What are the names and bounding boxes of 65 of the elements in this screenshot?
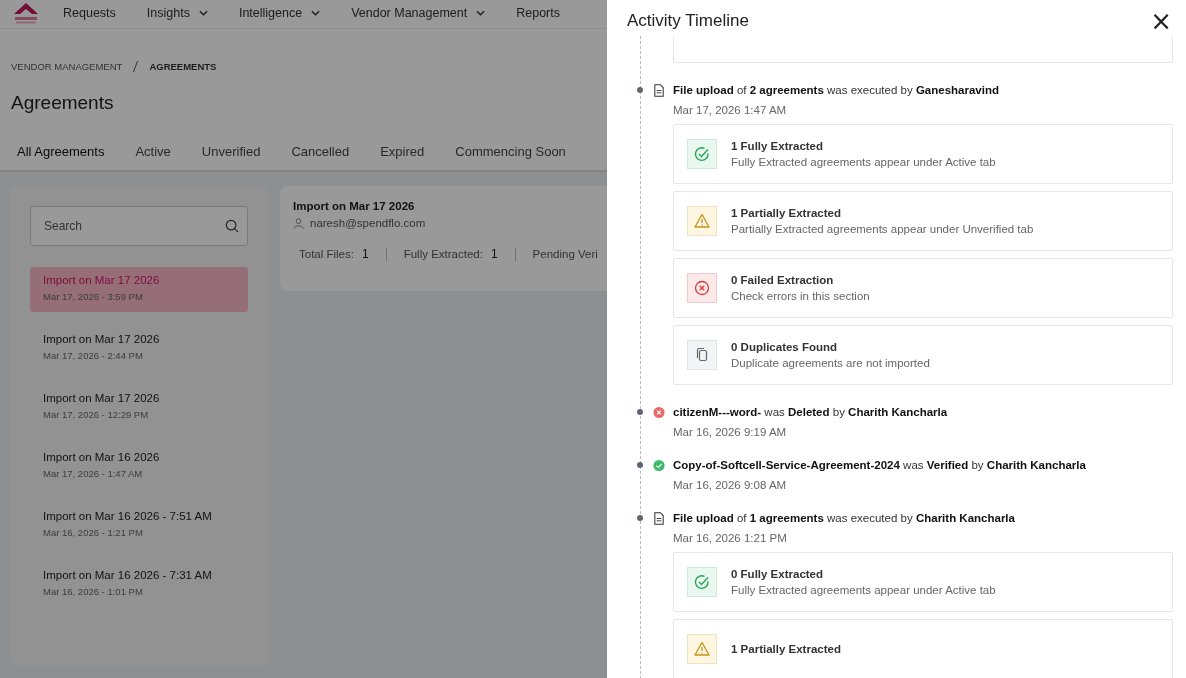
event-description: Copy-of-Softcell-Service-Agreement-2024 was Verified by Charith Kancharla	[673, 459, 1086, 471]
stat-label: Fully Extracted:	[403, 248, 483, 260]
close-button[interactable]: ×	[1146, 8, 1176, 34]
timeline-dot	[637, 409, 643, 415]
error-icon	[653, 405, 665, 419]
tab[interactable]: Active	[135, 144, 171, 170]
drawer-title: Activity Timeline	[627, 11, 749, 31]
user-email: naresh@spendflo.com	[310, 217, 426, 229]
result-title: 1 Fully Extracted	[731, 140, 825, 152]
nav-menu-item[interactable]: Vendor Management	[351, 6, 486, 20]
event-time: Mar 16, 2026 9:19 AM	[673, 426, 788, 438]
import-list-item[interactable]: Import on Mar 16 2026 - 7:31 AM Mar 16, 2026 - 1:01 PM	[30, 562, 248, 607]
nav-menu-item[interactable]: Reports	[516, 6, 560, 20]
event-description: File upload of 2 agreements was executed by Ganesharavind	[673, 84, 999, 96]
check-circle-icon	[694, 146, 710, 162]
result-description: Duplicate agreements are not imported	[731, 357, 930, 369]
nav-menu-item[interactable]: Requests	[63, 6, 116, 20]
result-description: Fully Extracted agreements appear under Active tab	[731, 584, 996, 596]
copy-icon	[694, 347, 710, 363]
import-list-item[interactable]: Import on Mar 16 2026 Mar 17, 2026 - 1:47 AM	[30, 444, 248, 489]
warning-icon	[694, 213, 710, 229]
event-description: File upload of 1 agreements was executed by Charith Kancharla	[673, 512, 1015, 524]
document-icon	[653, 511, 665, 525]
result-title: 0 Duplicates Found	[731, 341, 839, 353]
import-list-item[interactable]: Import on Mar 17 2026 Mar 17, 2026 - 2:44 PM	[30, 326, 248, 371]
document-icon	[653, 83, 665, 97]
result-title: 0 Failed Extraction	[731, 274, 835, 286]
result-description: Fully Extracted agreements appear under Active tab	[731, 156, 996, 168]
warning-icon	[694, 641, 710, 657]
result-title: 0 Fully Extracted	[731, 568, 825, 580]
event-time: Mar 17, 2026 1:47 AM	[673, 104, 788, 116]
timeline-dot	[637, 87, 643, 93]
stat-label: Pending Veri	[532, 248, 598, 260]
search-icon	[225, 219, 239, 233]
check-circle-icon	[653, 458, 665, 472]
nav-menu-item[interactable]: Intelligence	[238, 6, 321, 20]
stat-value: 1	[361, 247, 369, 261]
logo-icon[interactable]	[12, 1, 40, 25]
user-icon	[293, 217, 304, 229]
tab[interactable]: Unverified	[201, 144, 261, 170]
nav-menu-item[interactable]: Insights	[146, 6, 208, 20]
check-circle-icon	[694, 574, 710, 590]
timeline-dot	[637, 515, 643, 521]
import-list-item[interactable]: Import on Mar 16 2026 - 7:51 AM Mar 16, 2026 - 1:21 PM	[30, 503, 248, 548]
import-list-item[interactable]: Import on Mar 17 2026 Mar 17, 2026 - 12:29 PM	[30, 385, 248, 430]
import-title: Import on Mar 17 2026	[293, 200, 416, 212]
breadcrumb-link[interactable]: AGREEMENTS	[149, 60, 217, 72]
tab[interactable]: Commencing Soon	[455, 144, 566, 170]
result-description: Check errors in this section	[731, 290, 870, 302]
stat-value: 1	[490, 247, 498, 261]
event-time: Mar 16, 2026 1:21 PM	[673, 532, 788, 544]
search-field[interactable]: Search	[30, 206, 248, 246]
stat-label: Total Files:	[299, 248, 354, 260]
breadcrumb-link[interactable]: VENDOR MANAGEMENT	[11, 60, 123, 72]
result-title: 1 Partially Extracted	[731, 643, 841, 655]
error-circle-icon	[694, 280, 710, 296]
timeline-dot	[637, 462, 643, 468]
tab[interactable]: All Agreements	[17, 144, 105, 170]
result-title: 1 Partially Extracted	[731, 207, 842, 219]
event-time: Mar 16, 2026 9:08 AM	[673, 479, 788, 491]
event-description: citizenM---word- was Deleted by Charith Kancharla	[673, 406, 948, 418]
tab[interactable]: Expired	[380, 144, 425, 170]
tab[interactable]: Cancelled	[291, 144, 350, 170]
result-description: Partially Extracted agreements appear under Unverified tab	[731, 223, 1034, 235]
page-title: Agreements	[10, 91, 115, 115]
